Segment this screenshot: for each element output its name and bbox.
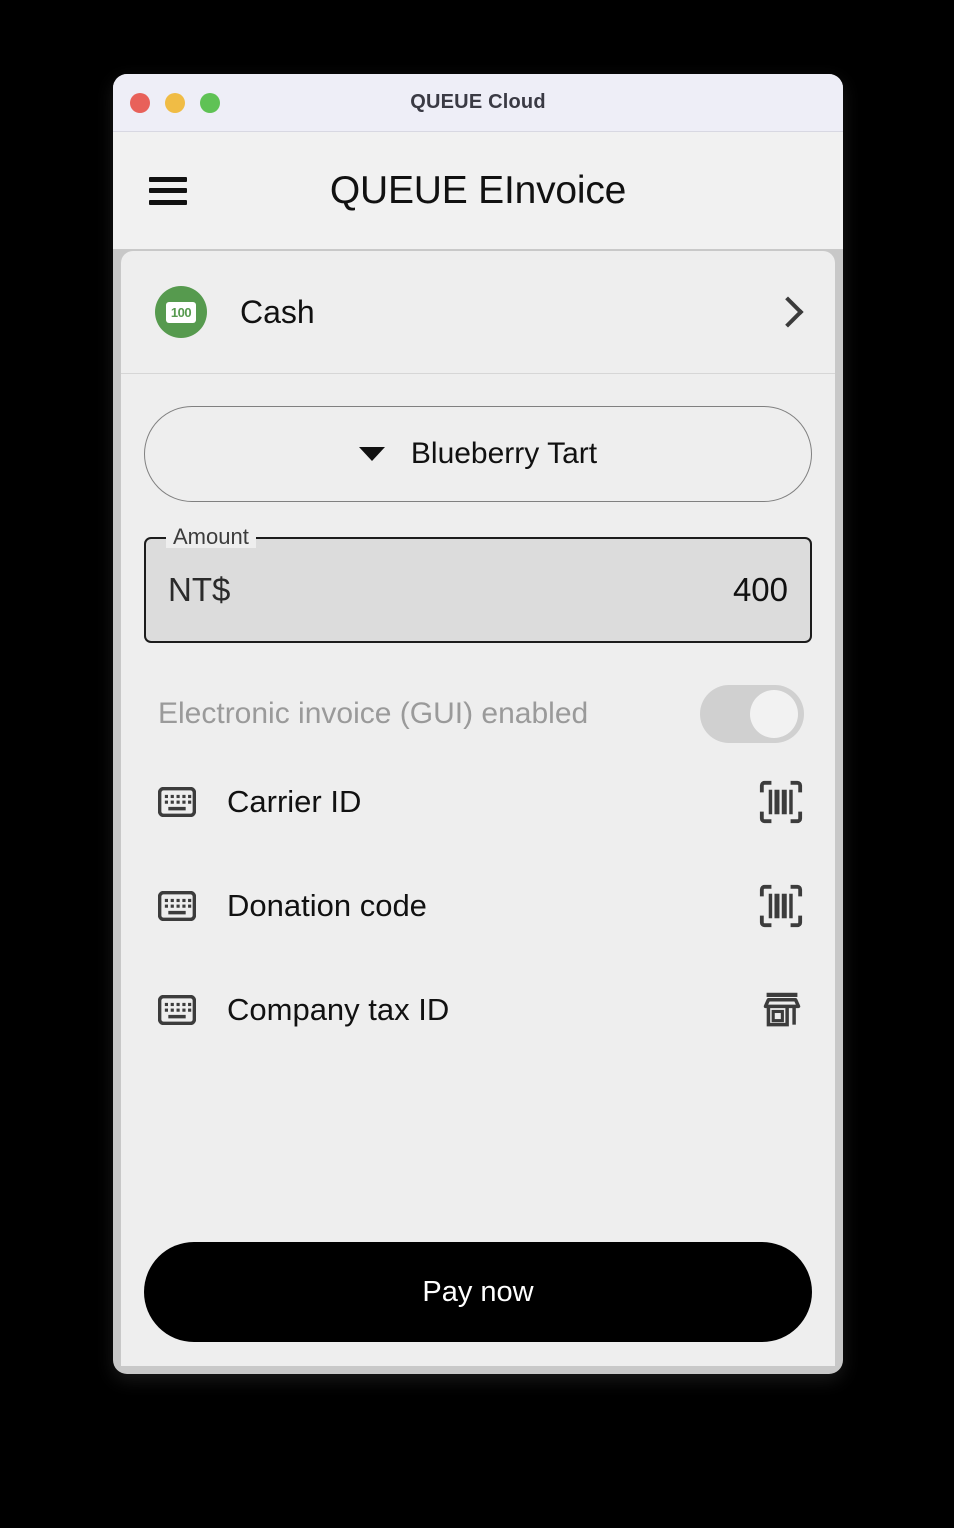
form-body: Blueberry Tart Amount NT$ 400 Electronic…: [121, 406, 835, 1062]
close-window-button[interactable]: [130, 92, 150, 113]
barcode-scan-icon[interactable]: [758, 883, 804, 929]
einvoice-toggle-switch[interactable]: [700, 685, 804, 743]
hamburger-menu-icon[interactable]: [149, 176, 187, 205]
carrier-id-row[interactable]: Carrier ID: [144, 750, 812, 854]
page-title: QUEUE EInvoice: [329, 168, 627, 212]
keyboard-icon[interactable]: [158, 787, 196, 817]
money-icon-value: 100: [166, 301, 196, 323]
carrier-id-label: Carrier ID: [227, 784, 362, 819]
amount-currency: NT$: [168, 571, 231, 608]
amount-field[interactable]: Amount NT$ 400: [144, 526, 812, 643]
toggle-knob: [750, 690, 798, 738]
donation-code-label: Donation code: [227, 888, 427, 923]
pay-now-button[interactable]: Pay now: [144, 1242, 812, 1342]
app-window: QUEUE Cloud QUEUE EInvoice 100 Cash Blue…: [113, 74, 843, 1374]
company-tax-id-label: Company tax ID: [227, 992, 450, 1027]
window-titlebar: QUEUE Cloud: [113, 74, 843, 132]
amount-legend: Amount: [166, 526, 256, 548]
storefront-icon[interactable]: [760, 988, 804, 1032]
content-card: 100 Cash Blueberry Tart Amount NT$ 400 E…: [121, 251, 835, 1366]
item-select[interactable]: Blueberry Tart: [144, 406, 812, 502]
chevron-right-icon[interactable]: [772, 296, 804, 328]
minimize-window-button[interactable]: [165, 92, 185, 113]
keyboard-icon[interactable]: [158, 891, 196, 921]
barcode-scan-icon[interactable]: [758, 779, 804, 825]
traffic-lights: [130, 92, 220, 113]
item-select-value: Blueberry Tart: [410, 437, 598, 470]
keyboard-icon[interactable]: [158, 995, 196, 1025]
einvoice-toggle-label: Electronic invoice (GUI) enabled: [158, 697, 589, 730]
caret-down-icon: [358, 447, 385, 461]
money-icon: 100: [155, 286, 207, 338]
payment-method-row[interactable]: 100 Cash: [121, 251, 835, 374]
amount-input-value[interactable]: 400: [733, 571, 788, 609]
payment-method-label: Cash: [240, 293, 315, 330]
maximize-window-button[interactable]: [200, 92, 220, 113]
einvoice-toggle-row[interactable]: Electronic invoice (GUI) enabled: [144, 678, 812, 750]
donation-code-row[interactable]: Donation code: [144, 854, 812, 958]
window-title: QUEUE Cloud: [410, 91, 546, 113]
company-tax-id-row[interactable]: Company tax ID: [144, 958, 812, 1062]
app-header: QUEUE EInvoice: [113, 132, 843, 250]
